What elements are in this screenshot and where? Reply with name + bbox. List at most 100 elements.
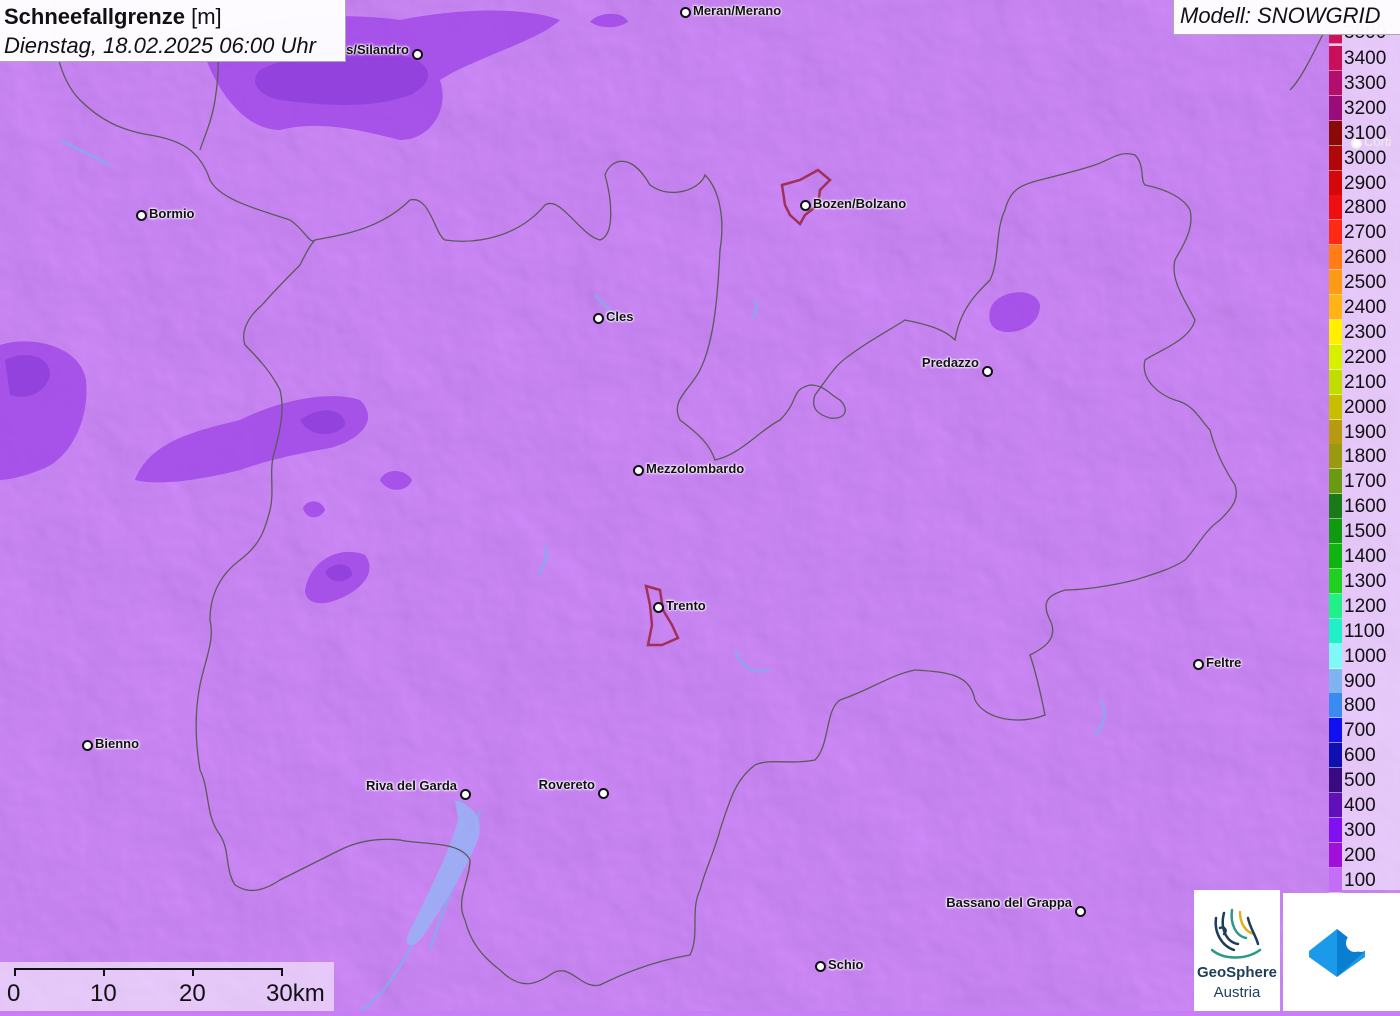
- legend-item-200: 200: [1329, 842, 1400, 868]
- city-dot-icon: [593, 313, 604, 324]
- legend-item-1500: 1500: [1329, 519, 1400, 545]
- legend-item-500: 500: [1329, 768, 1400, 794]
- legend-label: 600: [1344, 745, 1376, 767]
- legend-swatch: [1329, 867, 1342, 893]
- legend-label: 2500: [1344, 272, 1387, 294]
- geosphere-logo[interactable]: GeoSphere Austria: [1194, 890, 1280, 1011]
- legend-item-2100: 2100: [1329, 369, 1400, 395]
- legend-swatch: [1329, 544, 1342, 569]
- legend-label: 1100: [1344, 620, 1385, 642]
- legend-item-1900: 1900: [1329, 419, 1400, 445]
- scale-label-30: 30km: [266, 980, 325, 1007]
- color-legend: 3500 34003300320031003000290028002700260…: [1329, 22, 1400, 893]
- city-dot-icon: [800, 200, 811, 211]
- city-label: Predazzo: [921, 355, 979, 370]
- city-label: Feltre: [1206, 655, 1242, 670]
- map-canvas[interactable]: [0, 0, 1400, 1011]
- legend-item-2600: 2600: [1329, 245, 1400, 271]
- legend-swatch: [1329, 319, 1342, 345]
- city-dot-icon: [1193, 659, 1204, 670]
- scale-line: [14, 968, 283, 970]
- legend-swatch: [1329, 768, 1342, 794]
- legend-item-1100: 1100: [1329, 618, 1400, 644]
- legend-item-3200: 3200: [1329, 95, 1400, 121]
- legend-item-3100: 3100: [1329, 120, 1400, 146]
- legend-item-1200: 1200: [1329, 593, 1400, 619]
- city-dot-icon: [815, 961, 826, 972]
- weather-app-logo[interactable]: [1283, 893, 1400, 1011]
- legend-swatch: [1329, 394, 1342, 420]
- legend-item-1600: 1600: [1329, 494, 1400, 520]
- legend-label: 2600: [1344, 247, 1387, 269]
- variable-name: Schneefallgrenze: [4, 4, 185, 29]
- legend-swatch: [1329, 270, 1342, 296]
- legend-label: 400: [1344, 795, 1376, 816]
- legend-item-2900: 2900: [1329, 170, 1400, 196]
- city-dot-icon: [1075, 906, 1086, 917]
- variable-unit: [m]: [191, 4, 222, 29]
- legend-item-700: 700: [1329, 718, 1400, 744]
- legend-item-100: 100: [1329, 867, 1400, 893]
- city-label: Bormio: [149, 206, 195, 221]
- legend-label: 700: [1344, 720, 1376, 742]
- legend-swatch: [1329, 568, 1342, 594]
- legend-label: 3000: [1344, 147, 1387, 169]
- city-label: Meran/Merano: [693, 3, 782, 18]
- city-label: Rovereto: [538, 777, 595, 792]
- legend-label: 500: [1344, 770, 1376, 792]
- legend-swatch: [1329, 793, 1342, 818]
- legend-item-2200: 2200: [1329, 344, 1400, 370]
- legend-label: 300: [1344, 819, 1376, 841]
- legend-item-2000: 2000: [1329, 394, 1400, 420]
- legend-label: 3300: [1344, 72, 1387, 94]
- geosphere-country: Austria: [1213, 984, 1261, 1001]
- legend-label: 100: [1344, 869, 1376, 891]
- legend-item-1400: 1400: [1329, 544, 1400, 569]
- legend-swatch: [1329, 70, 1342, 96]
- scale-bar: 0 10 20 30km: [0, 962, 334, 1011]
- city-label: Schio: [828, 957, 864, 972]
- legend-swatch: [1329, 195, 1342, 221]
- legend-item-3300: 3300: [1329, 70, 1400, 96]
- legend-item-400: 400: [1329, 793, 1400, 818]
- city-dot-icon: [653, 602, 664, 613]
- legend-item-1800: 1800: [1329, 444, 1400, 470]
- legend-label: 2000: [1344, 396, 1387, 418]
- city-label: Trento: [666, 598, 706, 613]
- legend-swatch: [1329, 618, 1342, 644]
- legend-item-2400: 2400: [1329, 295, 1400, 320]
- legend-item-600: 600: [1329, 743, 1400, 769]
- city-label: Bienno: [95, 736, 140, 751]
- city-dot-icon: [460, 789, 471, 800]
- legend-swatch: [1329, 369, 1342, 395]
- legend-label: 2200: [1344, 346, 1387, 368]
- city-dot-icon: [412, 49, 423, 60]
- legend-swatch: [1329, 170, 1342, 196]
- legend-swatch: [1329, 817, 1342, 843]
- cloud-logo-icon: [1309, 929, 1370, 977]
- legend-label: 1300: [1344, 570, 1387, 592]
- scale-tick: [103, 968, 105, 976]
- legend-item-1300: 1300: [1329, 568, 1400, 594]
- legend-item-3400: 3400: [1329, 46, 1400, 71]
- legend-label: 2400: [1344, 297, 1387, 318]
- scale-label-0: 0: [7, 980, 21, 1007]
- legend-swatch: [1329, 643, 1342, 669]
- city-dot-icon: [982, 366, 993, 377]
- legend-label: 2700: [1344, 222, 1387, 244]
- city-label: Mezzolombardo: [646, 461, 745, 476]
- legend-item-900: 900: [1329, 668, 1400, 694]
- legend-swatch: [1329, 519, 1342, 545]
- legend-label: 1200: [1344, 595, 1387, 617]
- legend-label: 800: [1344, 695, 1376, 717]
- legend-swatch: [1329, 95, 1342, 121]
- legend-label: 2100: [1344, 371, 1387, 393]
- city-label: s/Silandro: [346, 42, 409, 57]
- map-title: Schneefallgrenze [m]: [4, 2, 341, 32]
- legend-label: 1700: [1344, 471, 1387, 493]
- legend-label: 1400: [1344, 546, 1387, 567]
- legend-swatch: [1329, 295, 1342, 320]
- city-label: Bozen/Bolzano: [813, 196, 907, 211]
- scale-tick: [14, 968, 16, 976]
- legend-item-300: 300: [1329, 817, 1400, 843]
